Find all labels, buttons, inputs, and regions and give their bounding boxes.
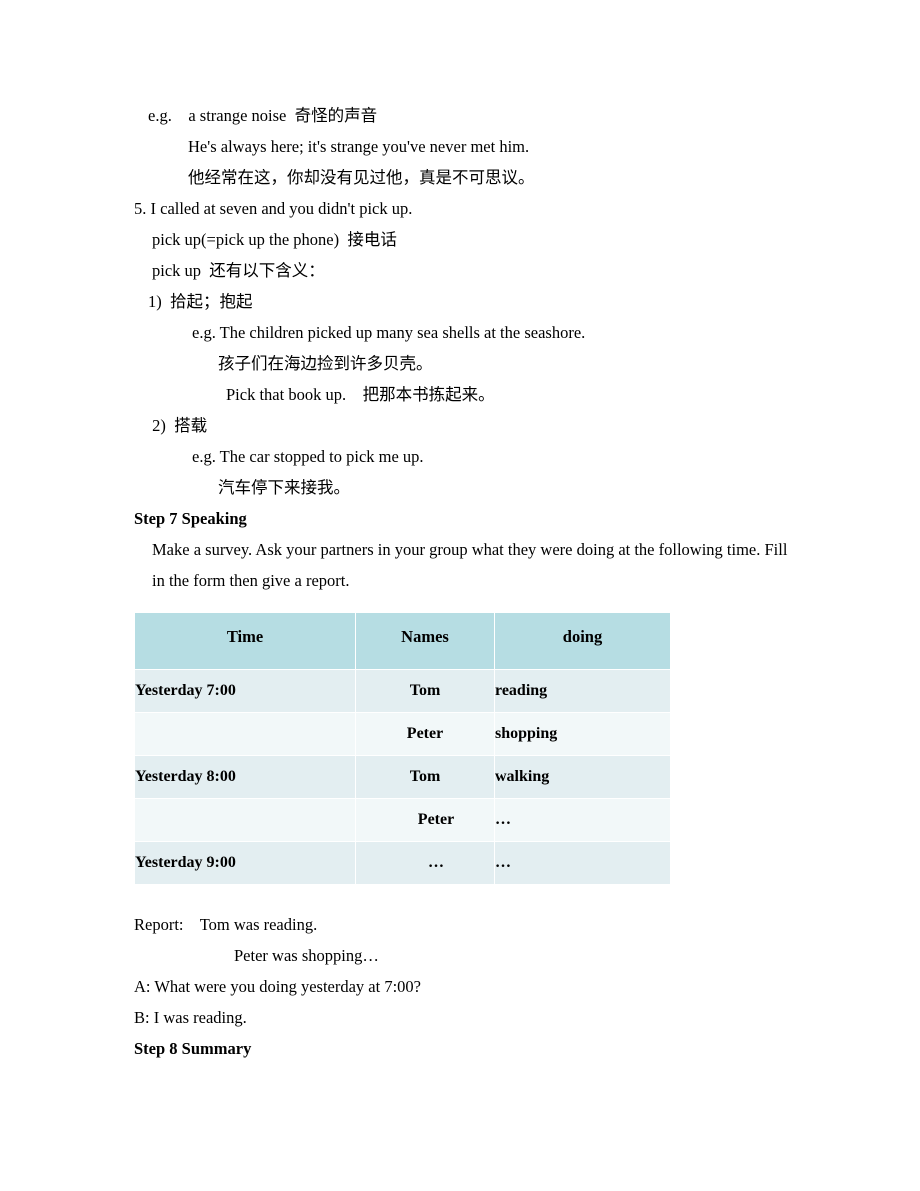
report-line-tom: Report: Tom was reading. bbox=[134, 915, 318, 934]
cell-time: Yesterday 9:00 bbox=[134, 841, 356, 885]
document-page: e.g. a strange noise 奇怪的声音 He's always h… bbox=[0, 0, 920, 1191]
item-5-gloss-more: pick up 还有以下含义： bbox=[152, 261, 325, 280]
example-line-translation: 他经常在这，你却没有见过他，真是不可思议。 bbox=[188, 168, 535, 187]
item-5-gloss-phone: pick up(=pick up the phone) 接电话 bbox=[152, 230, 397, 249]
cell-time: Yesterday 8:00 bbox=[134, 755, 356, 799]
cell-doing: … bbox=[494, 841, 671, 885]
cell-name: Tom bbox=[355, 755, 495, 799]
cell-time bbox=[134, 712, 356, 756]
sense-1-example: e.g. The children picked up many sea she… bbox=[192, 323, 586, 342]
cell-name: … bbox=[355, 841, 495, 885]
cell-time: Yesterday 7:00 bbox=[134, 669, 356, 713]
survey-table-header-row: Time Names doing bbox=[134, 612, 671, 670]
survey-table-wrapper: Time Names doing Yesterday 7:00 Tom read… bbox=[134, 612, 794, 885]
table-row: Yesterday 8:00 Tom walking bbox=[134, 755, 671, 799]
item-5-sentence: 5. I called at seven and you didn't pick… bbox=[134, 199, 413, 218]
table-row: Peter … bbox=[134, 798, 671, 842]
cell-name: Peter bbox=[355, 712, 495, 756]
step-7-heading: Step 7 Speaking bbox=[134, 509, 247, 528]
table-row: Yesterday 7:00 Tom reading bbox=[134, 669, 671, 713]
table-row: Yesterday 9:00 … … bbox=[134, 841, 671, 885]
document-content: e.g. a strange noise 奇怪的声音 He's always h… bbox=[134, 100, 794, 1064]
dialog-line-b: B: I was reading. bbox=[134, 1008, 247, 1027]
example-line-sentence: He's always here; it's strange you've ne… bbox=[188, 137, 530, 156]
survey-table: Time Names doing Yesterday 7:00 Tom read… bbox=[134, 612, 671, 885]
sense-2-example: e.g. The car stopped to pick me up. bbox=[192, 447, 424, 466]
column-header-names: Names bbox=[355, 612, 495, 670]
sense-1-translation: 孩子们在海边捡到许多贝壳。 bbox=[218, 354, 433, 373]
column-header-doing: doing bbox=[494, 612, 671, 670]
example-line-english-phrase: e.g. a strange noise 奇怪的声音 bbox=[148, 106, 378, 125]
cell-doing: … bbox=[494, 798, 671, 842]
sense-2-translation: 汽车停下来接我。 bbox=[218, 478, 350, 497]
cell-doing: walking bbox=[494, 755, 671, 799]
dialog-line-a: A: What were you doing yesterday at 7:00… bbox=[134, 977, 421, 996]
cell-time bbox=[134, 798, 356, 842]
report-block: Report: Tom was reading. Peter was shopp… bbox=[134, 909, 794, 1064]
column-header-time: Time bbox=[134, 612, 356, 670]
sense-1-example-2: Pick that book up. 把那本书拣起来。 bbox=[226, 385, 495, 404]
cell-doing: reading bbox=[494, 669, 671, 713]
cell-name: Peter bbox=[355, 798, 495, 842]
table-row: Peter shopping bbox=[134, 712, 671, 756]
report-line-peter: Peter was shopping… bbox=[234, 946, 379, 965]
sense-2-label: 2) 搭载 bbox=[148, 416, 208, 435]
sense-1-label: 1) 拾起；抱起 bbox=[148, 292, 253, 311]
cell-name: Tom bbox=[355, 669, 495, 713]
step-7-instruction: Make a survey. Ask your partners in your… bbox=[152, 540, 788, 590]
cell-doing: shopping bbox=[494, 712, 671, 756]
step-8-heading: Step 8 Summary bbox=[134, 1039, 252, 1058]
